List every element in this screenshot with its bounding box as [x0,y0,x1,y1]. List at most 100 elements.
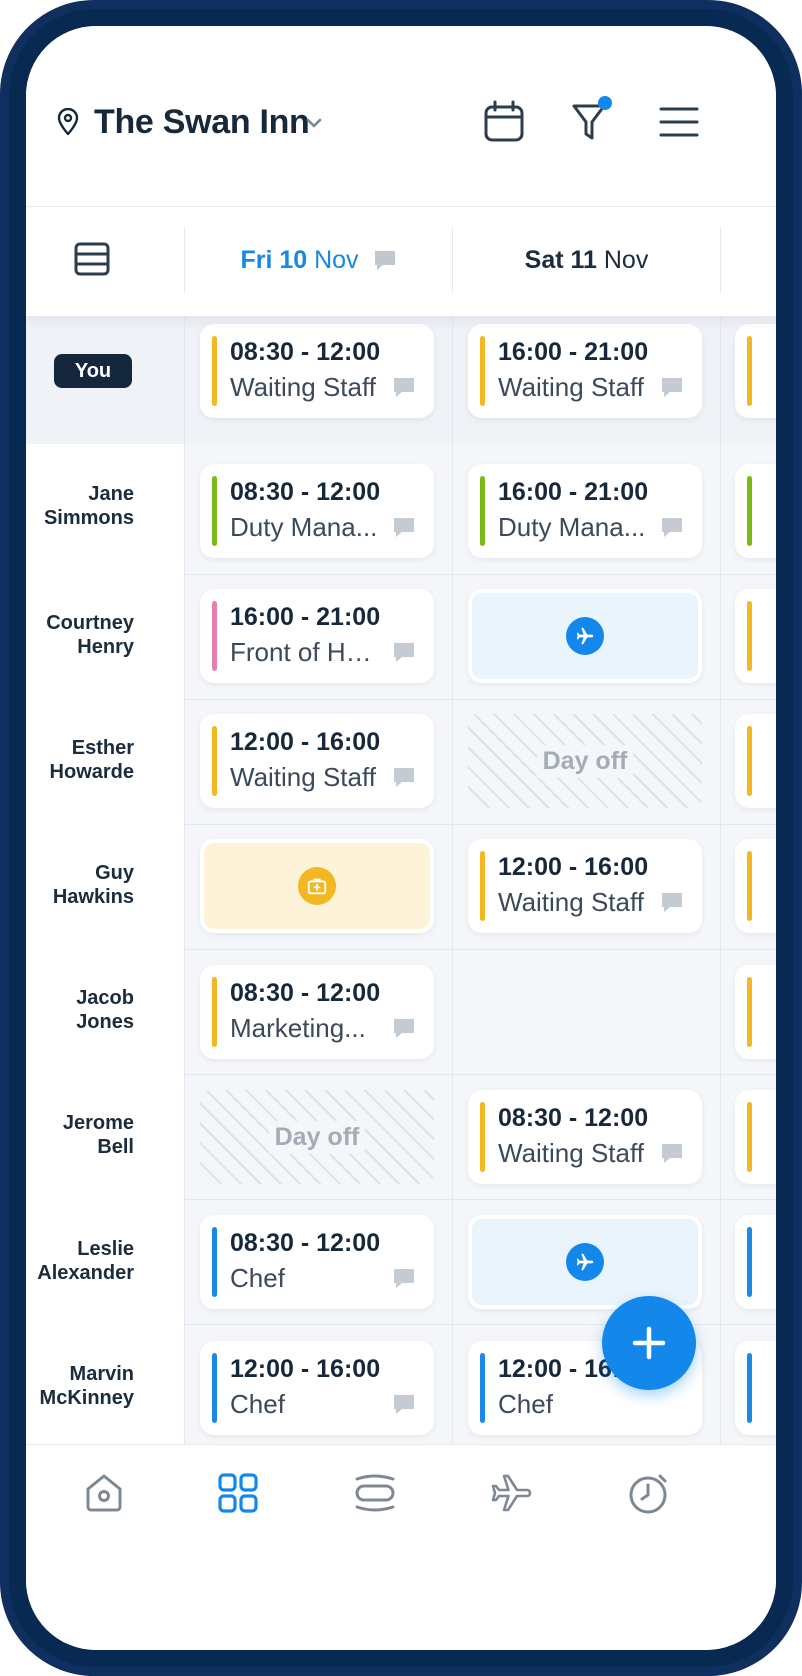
day-header-sat[interactable]: Sat 11 Nov [452,227,720,293]
shift-card-partial[interactable] [735,1341,776,1435]
employee-name[interactable]: Esther Howarde [26,736,134,784]
shift-time: 16:00 - 21:00 [230,603,381,631]
app-screen: The Swan Inn Fri 10 Nov Sat 11 Nov You J… [26,26,776,1650]
clock-icon[interactable] [626,1471,670,1515]
holiday-leave-card[interactable] [468,1215,702,1309]
you-badge: You [54,354,132,388]
bottom-navigation [26,1444,776,1650]
shift-card-partial[interactable] [735,1215,776,1309]
shift-card[interactable]: 08:30 - 12:00 Waiting Staff [200,324,434,418]
comment-icon[interactable] [392,1017,416,1039]
shift-card[interactable]: 08:30 - 12:00 Duty Mana... [200,464,434,558]
shift-card-partial[interactable] [735,464,776,558]
shift-card[interactable]: 12:00 - 16:00 Waiting Staff [200,714,434,808]
grid-icon[interactable] [216,1471,260,1515]
airplane-icon [566,617,604,655]
employee-last-name: Jones [76,1011,134,1033]
shifts-icon[interactable] [353,1471,397,1515]
shift-time: 12:00 - 16:00 [230,1355,381,1383]
comment-icon[interactable] [660,516,684,538]
comment-icon[interactable] [392,1393,416,1415]
shift-time: 12:00 - 16:00 [498,853,649,881]
shift-card-partial[interactable] [735,965,776,1059]
column-divider [720,298,721,1444]
comment-icon[interactable] [392,1267,416,1289]
filter-button[interactable] [568,96,616,146]
role-color-bar [212,977,217,1047]
comment-icon[interactable] [373,249,397,271]
employee-name[interactable]: Jane Simmons [26,482,134,530]
hamburger-menu-icon[interactable] [655,98,703,146]
shift-card[interactable]: 12:00 - 16:00 Chef [200,1341,434,1435]
shift-card-partial[interactable] [735,1090,776,1184]
day-off-cell[interactable]: Day off [468,714,702,808]
role-color-bar [747,977,752,1047]
sick-leave-card[interactable] [200,839,434,933]
comment-icon[interactable] [392,766,416,788]
shift-role: Waiting Staff [498,1138,644,1168]
role-color-bar [747,476,752,546]
role-color-bar [212,1353,217,1423]
employee-name[interactable]: Marvin McKinney [26,1362,134,1410]
row-divider [184,699,776,700]
day-off-cell[interactable]: Day off [200,1090,434,1184]
row-divider [184,824,776,825]
shift-card-partial[interactable] [735,714,776,808]
calendar-icon[interactable] [480,98,528,146]
comment-icon[interactable] [392,376,416,398]
row-divider [184,1074,776,1075]
employee-name[interactable]: Courtney Henry [26,611,134,659]
venue-name[interactable]: The Swan Inn [94,103,310,142]
employee-first-name: Esther [71,737,134,759]
employee-last-name: Henry [77,636,134,658]
employee-name[interactable]: Guy Hawkins [26,861,134,909]
comment-icon[interactable] [392,641,416,663]
holiday-leave-card[interactable] [468,589,702,683]
employee-last-name: McKinney [39,1387,134,1409]
day-header-fri[interactable]: Fri 10 Nov [184,227,452,293]
shift-card[interactable]: 08:30 - 12:00 Waiting Staff [468,1090,702,1184]
shift-time: 16:00 - 21:00 [498,478,649,506]
shift-time: 16:00 - 21:00 [498,338,649,366]
shift-card[interactable]: 16:00 - 21:00 Duty Mana... [468,464,702,558]
employee-name[interactable]: Jerome Bell [26,1111,134,1159]
shift-card[interactable]: 16:00 - 21:00 Front of Ho... [200,589,434,683]
column-divider [452,298,453,1444]
employee-first-name: Marvin [69,1363,134,1385]
comment-icon[interactable] [660,1142,684,1164]
employee-name[interactable]: Leslie Alexander [26,1237,134,1285]
employee-last-name: Howarde [49,761,134,783]
shift-role: Duty Mana... [230,512,378,542]
shift-card-partial[interactable] [735,324,776,418]
shift-card-partial[interactable] [735,839,776,933]
comment-icon[interactable] [392,516,416,538]
comment-icon[interactable] [660,376,684,398]
employee-name[interactable]: Jacob Jones [26,986,134,1034]
airplane-icon[interactable] [490,1471,534,1515]
shift-time: 12:00 - 16:00 [230,728,381,756]
shift-card[interactable]: 08:30 - 12:00 Chef [200,1215,434,1309]
add-shift-button[interactable] [602,1296,696,1390]
role-color-bar [480,1102,485,1172]
shift-card-partial[interactable] [735,589,776,683]
shift-role: Waiting Staff [498,372,644,402]
home-icon[interactable] [82,1471,126,1515]
role-color-bar [212,336,217,406]
shift-role: Duty Mana... [498,512,646,542]
shift-time: 08:30 - 12:00 [230,338,381,366]
chevron-down-icon[interactable] [303,112,325,134]
shift-card[interactable]: 16:00 - 21:00 Waiting Staff [468,324,702,418]
shift-role: Front of Ho... [230,637,380,667]
list-view-icon[interactable] [72,239,112,279]
role-color-bar [747,1102,752,1172]
shift-role: Chef [230,1263,285,1293]
shift-card[interactable]: 08:30 - 12:00 Marketing... [200,965,434,1059]
role-color-bar [212,1227,217,1297]
day-header-next[interactable] [720,227,776,293]
employee-last-name: Simmons [43,507,134,529]
app-header: The Swan Inn [26,26,776,206]
shift-role: Chef [230,1389,285,1419]
role-color-bar [747,1227,752,1297]
shift-card[interactable]: 12:00 - 16:00 Waiting Staff [468,839,702,933]
comment-icon[interactable] [660,891,684,913]
